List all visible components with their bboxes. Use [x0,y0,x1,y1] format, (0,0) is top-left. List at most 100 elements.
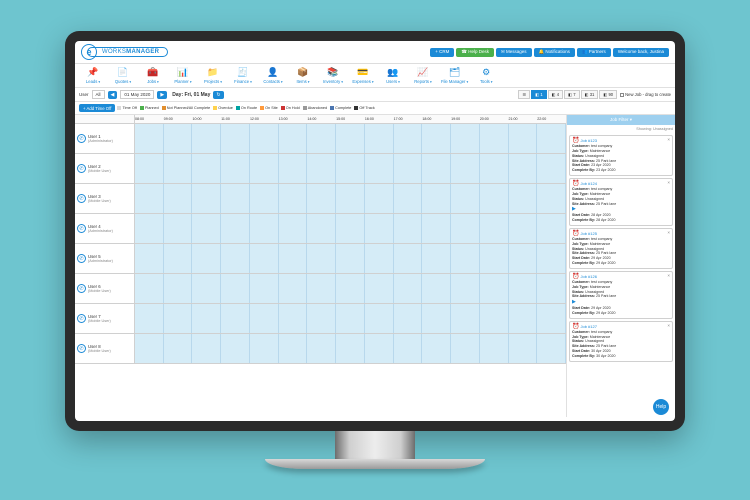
time-cell[interactable] [279,304,308,333]
brand-logo[interactable]: e WORKSMANAGER [81,44,168,60]
time-cell[interactable] [221,244,250,273]
time-cell[interactable] [135,154,164,183]
time-cell[interactable] [279,274,308,303]
user-timeline[interactable] [135,274,566,303]
time-cell[interactable] [422,334,451,363]
time-cell[interactable] [365,214,394,243]
time-cell[interactable] [451,124,480,153]
time-cell[interactable] [509,334,538,363]
time-cell[interactable] [135,214,164,243]
time-cell[interactable] [135,334,164,363]
user-name-cell[interactable]: ✆User 3(Mobile User) [75,184,135,213]
time-cell[interactable] [250,154,279,183]
user-timeline[interactable] [135,214,566,243]
time-cell[interactable] [365,334,394,363]
user-name-cell[interactable]: ✆User 1(Administrator) [75,124,135,153]
header-pill[interactable]: ☎ Help Desk [456,48,494,57]
add-time-off-button[interactable]: + Add Time Off [79,104,115,112]
time-cell[interactable] [480,334,509,363]
user-row[interactable]: ✆User 4(Administrator) [75,214,566,244]
view-button[interactable]: ☰ [518,90,530,99]
user-name-cell[interactable]: ✆User 6(Mobile User) [75,274,135,303]
user-row[interactable]: ✆User 8(Mobile User) [75,334,566,364]
nav-tools[interactable]: ⚙Tools▾ [474,67,498,84]
time-cell[interactable] [480,184,509,213]
time-cell[interactable] [365,184,394,213]
time-cell[interactable] [422,244,451,273]
time-cell[interactable] [394,124,423,153]
user-name-cell[interactable]: ✆User 7(Mobile User) [75,304,135,333]
header-pill[interactable]: + CRM [430,48,454,57]
user-timeline[interactable] [135,154,566,183]
time-cell[interactable] [279,124,308,153]
time-cell[interactable] [336,184,365,213]
time-cell[interactable] [394,184,423,213]
time-cell[interactable] [509,124,538,153]
timeline-rows[interactable]: ✆User 1(Administrator)✆User 2(Mobile Use… [75,124,566,417]
time-cell[interactable] [279,184,308,213]
user-row[interactable]: ✆User 1(Administrator) [75,124,566,154]
time-cell[interactable] [250,184,279,213]
time-cell[interactable] [221,154,250,183]
next-day-button[interactable]: ▶ [157,91,167,99]
close-icon[interactable]: × [667,137,670,143]
header-pill[interactable]: Welcome back, Justina [613,48,669,57]
job-card[interactable]: ×⏰Job #125Customer: test companyJob Type… [569,228,673,269]
view-button[interactable]: ◧ 31 [581,90,599,99]
time-cell[interactable] [537,274,566,303]
time-cell[interactable] [192,154,221,183]
time-cell[interactable] [509,274,538,303]
nav-items[interactable]: 📦Items▾ [291,67,315,84]
new-job-drag-toggle[interactable]: New Job - drag to create [620,92,671,97]
time-cell[interactable] [422,124,451,153]
user-name-cell[interactable]: ✆User 5(Administrator) [75,244,135,273]
time-cell[interactable] [422,274,451,303]
view-button[interactable]: ◧ 1 [531,90,546,99]
time-cell[interactable] [164,334,193,363]
nav-leads[interactable]: 📌Leads▾ [81,67,105,84]
time-cell[interactable] [509,184,538,213]
time-cell[interactable] [422,184,451,213]
time-cell[interactable] [394,304,423,333]
time-cell[interactable] [365,244,394,273]
time-cell[interactable] [192,214,221,243]
close-icon[interactable]: × [667,180,670,186]
nav-file-manager[interactable]: 🗂File Manager▾ [441,67,468,84]
time-cell[interactable] [394,334,423,363]
view-button[interactable]: ◧ 7 [564,90,579,99]
time-cell[interactable] [164,244,193,273]
nav-quotes[interactable]: 📄Quotes▾ [111,67,135,84]
time-cell[interactable] [164,154,193,183]
time-cell[interactable] [422,214,451,243]
nav-jobs[interactable]: 🧰Jobs▾ [141,67,165,84]
time-cell[interactable] [336,214,365,243]
time-cell[interactable] [336,244,365,273]
time-cell[interactable] [537,124,566,153]
prev-day-button[interactable]: ◀ [108,91,118,99]
time-cell[interactable] [307,244,336,273]
time-cell[interactable] [509,214,538,243]
time-cell[interactable] [135,274,164,303]
time-cell[interactable] [509,304,538,333]
user-timeline[interactable] [135,304,566,333]
time-cell[interactable] [192,334,221,363]
time-cell[interactable] [250,214,279,243]
time-cell[interactable] [336,304,365,333]
time-cell[interactable] [365,124,394,153]
time-cell[interactable] [537,244,566,273]
nav-expenses[interactable]: 💳Expenses▾ [351,67,375,84]
time-cell[interactable] [250,304,279,333]
time-cell[interactable] [279,244,308,273]
header-pill[interactable]: 👥 Partners [577,48,611,57]
nav-reports[interactable]: 📈Reports▾ [411,67,435,84]
time-cell[interactable] [250,124,279,153]
nav-users[interactable]: 👥Users▾ [381,67,405,84]
time-cell[interactable] [307,304,336,333]
time-cell[interactable] [221,274,250,303]
time-cell[interactable] [451,154,480,183]
time-cell[interactable] [509,154,538,183]
job-card[interactable]: ×⏰Job #126Customer: test companyJob Type… [569,271,673,319]
play-icon[interactable]: ▶ [572,206,576,212]
time-cell[interactable] [164,304,193,333]
time-cell[interactable] [394,214,423,243]
